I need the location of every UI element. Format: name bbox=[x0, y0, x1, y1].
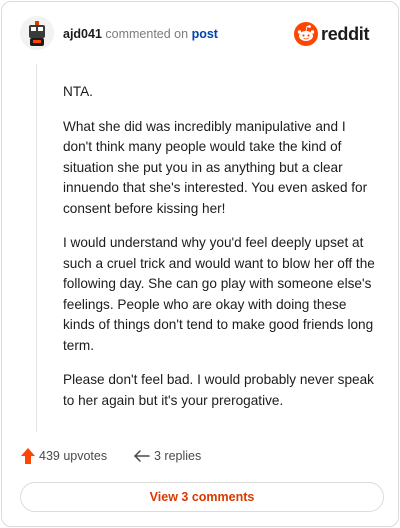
reply-count[interactable]: 3 replies bbox=[154, 449, 201, 463]
comment-body: NTA. What she did was incredibly manipul… bbox=[63, 82, 375, 425]
avatar[interactable] bbox=[20, 16, 54, 50]
comment-actions: 439 upvotes 3 replies bbox=[20, 446, 384, 466]
comment-header: ajd041 commented on post reddit bbox=[20, 16, 386, 54]
reply-arrow-icon[interactable] bbox=[133, 448, 151, 464]
comment-paragraph: NTA. bbox=[63, 84, 93, 99]
upvote-count: 439 upvotes bbox=[39, 449, 108, 463]
reddit-alien-icon bbox=[294, 22, 318, 46]
comment-card: ajd041 commented on post reddit NTA. Wha… bbox=[1, 1, 399, 527]
comment-paragraph: What she did was incredibly manipulative… bbox=[63, 118, 368, 216]
comment-paragraph: Please don't feel bad. I would probably … bbox=[63, 372, 374, 408]
brand-name: reddit bbox=[321, 24, 370, 44]
username[interactable]: ajd041 bbox=[63, 27, 102, 41]
reddit-brand[interactable]: reddit bbox=[294, 22, 384, 46]
comment-meta: ajd041 commented on post bbox=[63, 27, 218, 41]
action-text: commented on bbox=[105, 27, 189, 41]
snoo-avatar-icon bbox=[20, 16, 54, 50]
thread-line bbox=[36, 64, 37, 432]
comment-paragraph: I would understand why you'd feel deeply… bbox=[63, 235, 375, 353]
upvote-arrow-icon[interactable] bbox=[20, 447, 36, 465]
post-link[interactable]: post bbox=[192, 27, 218, 41]
view-comments-button[interactable]: View 3 comments bbox=[20, 482, 384, 512]
